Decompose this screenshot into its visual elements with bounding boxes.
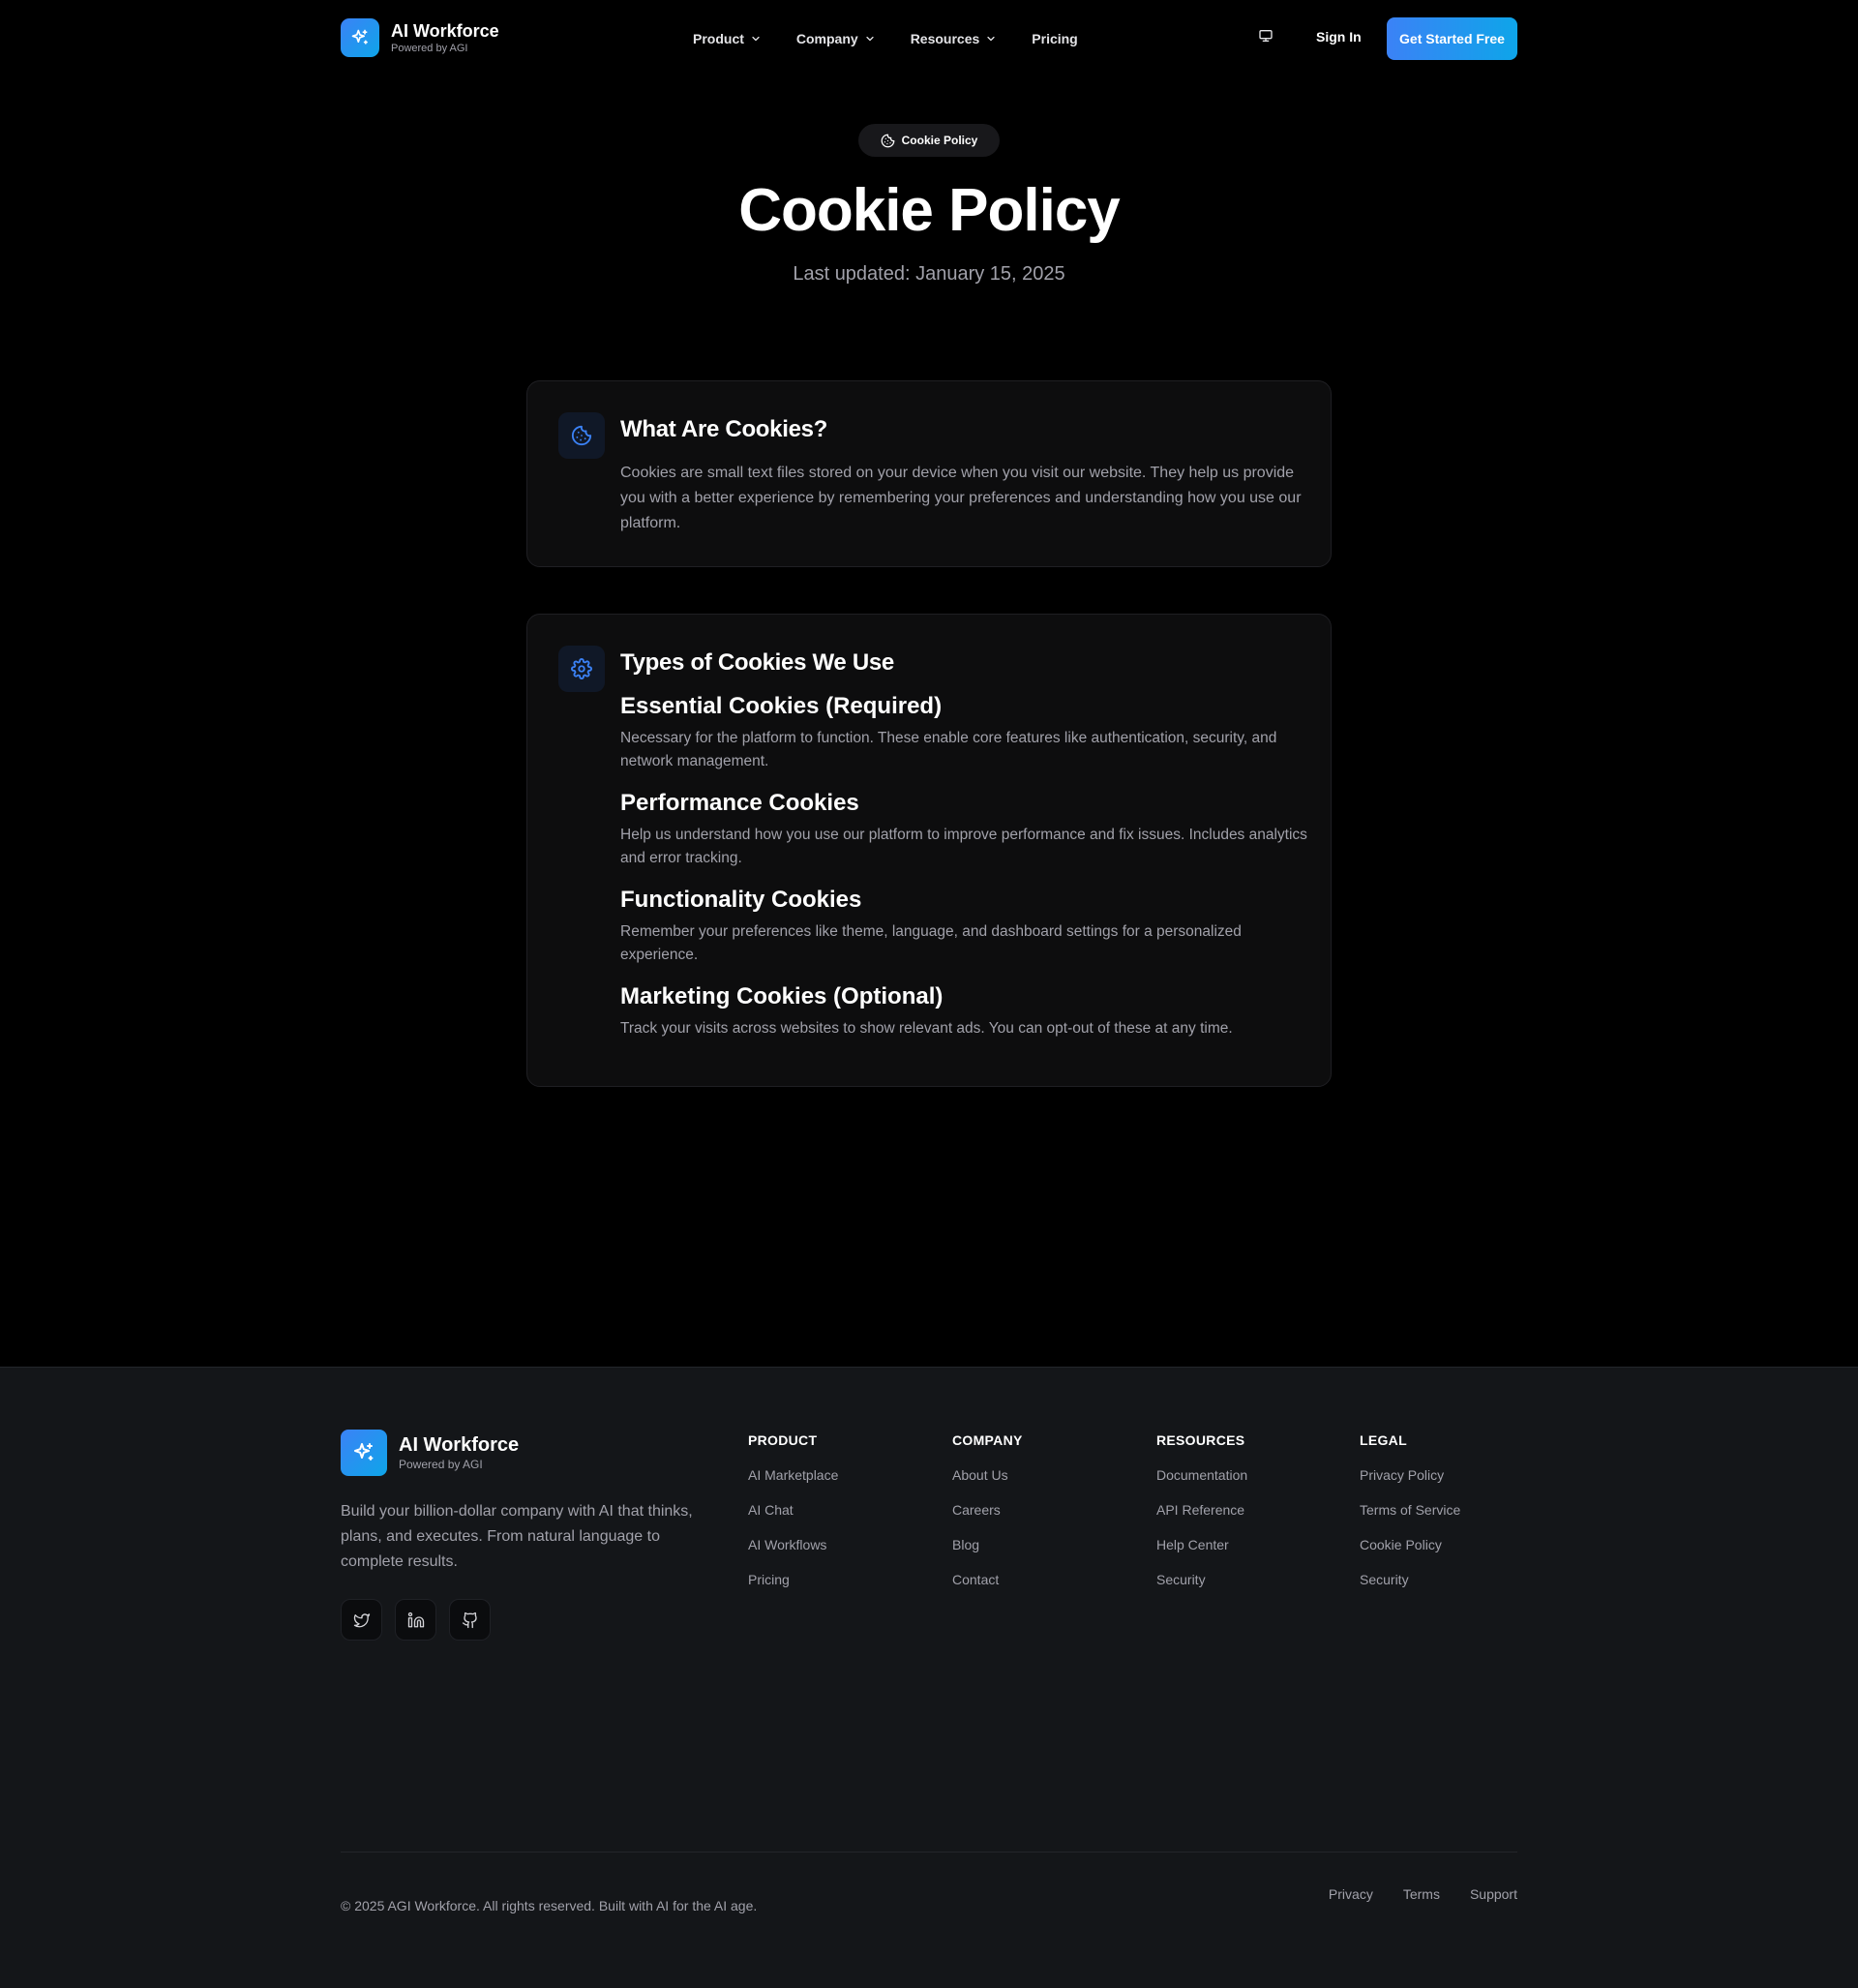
cookie-type-functionality: Functionality Cookies Remember your pref…: [620, 886, 1307, 967]
footer-link[interactable]: About Us: [952, 1466, 1146, 1484]
cookie-type-title: Functionality Cookies: [620, 887, 862, 913]
footer-column-title: LEGAL: [1360, 1432, 1407, 1448]
cookie-type-text: Help us understand how you use our platf…: [620, 827, 1307, 866]
copyright: © 2025 AGI Workforce. All rights reserve…: [341, 1898, 758, 1913]
main-nav: Product Company Resources Pricing: [693, 27, 1113, 50]
social-links: [341, 1599, 491, 1641]
section-title: Types of Cookies We Use: [620, 649, 894, 676]
footer-description: Build your billion-dollar company with A…: [341, 1503, 693, 1570]
sparkles-icon: [341, 18, 379, 57]
sparkles-icon: [341, 1430, 387, 1476]
cookie-type-text: Necessary for the platform to function. …: [620, 730, 1277, 769]
footer-privacy-link[interactable]: Privacy: [1329, 1886, 1373, 1902]
footer-link[interactable]: AI Workflows: [748, 1536, 942, 1553]
footer-link[interactable]: Cookie Policy: [1360, 1536, 1553, 1553]
footer-brand-name: AI Workforce: [399, 1434, 520, 1456]
footer-column-title: PRODUCT: [748, 1432, 818, 1448]
footer-link[interactable]: Careers: [952, 1501, 1146, 1519]
section-text: Cookies are small text files stored on y…: [620, 465, 1302, 531]
cookie-type-title: Performance Cookies: [620, 790, 859, 816]
footer-brand-link[interactable]: AI Workforce Powered by AGI: [341, 1430, 519, 1476]
section-what-are-cookies: What Are Cookies? Cookies are small text…: [526, 380, 1332, 567]
chevron-down-icon: [866, 36, 874, 42]
brand-tagline: Powered by AGI: [391, 43, 468, 54]
site-header: AI Workforce Powered by AGI Product Comp…: [0, 0, 1858, 77]
cookie-type-essential: Essential Cookies (Required) Necessary f…: [620, 692, 1307, 773]
footer-column-resources: RESOURCES Documentation API Reference He…: [1156, 1431, 1350, 1588]
nav-resources[interactable]: Resources: [911, 27, 998, 50]
brand-name: AI Workforce: [391, 21, 499, 41]
cookie-type-text: Track your visits across websites to sho…: [620, 1020, 1233, 1037]
theme-toggle-button[interactable]: [1258, 28, 1274, 48]
monitor-icon: [1259, 29, 1273, 42]
gear-icon: [558, 646, 605, 692]
footer-link[interactable]: Pricing: [748, 1571, 942, 1588]
footer-column-product: PRODUCT AI Marketplace AI Chat AI Workfl…: [748, 1431, 942, 1588]
cookie-type-title: Marketing Cookies (Optional): [620, 983, 944, 1009]
get-started-button[interactable]: Get Started Free: [1387, 17, 1517, 60]
twitter-link[interactable]: [341, 1599, 382, 1641]
site-footer: AI Workforce Powered by AGI Build your b…: [0, 1367, 1858, 1988]
footer-link[interactable]: Documentation: [1156, 1466, 1350, 1484]
page-badge-label: Cookie Policy: [901, 134, 978, 147]
last-updated: Last updated: January 15, 2025: [793, 263, 1065, 285]
footer-brand-tagline: Powered by AGI: [399, 1458, 483, 1471]
sign-in-link[interactable]: Sign In: [1316, 29, 1362, 45]
footer-link[interactable]: AI Marketplace: [748, 1466, 942, 1484]
footer-link[interactable]: AI Chat: [748, 1501, 942, 1519]
twitter-icon: [353, 1612, 370, 1627]
footer-column-title: COMPANY: [952, 1432, 1023, 1448]
footer-support-link[interactable]: Support: [1470, 1886, 1517, 1902]
footer-link[interactable]: API Reference: [1156, 1501, 1350, 1519]
footer-link[interactable]: Blog: [952, 1536, 1146, 1553]
cookie-type-marketing: Marketing Cookies (Optional) Track your …: [620, 982, 1307, 1040]
footer-bottom-links: Privacy Terms Support: [1329, 1886, 1517, 1902]
nav-product-label: Product: [693, 31, 744, 46]
cookie-icon: [558, 412, 605, 459]
footer-link[interactable]: Security: [1360, 1571, 1553, 1588]
section-title: What Are Cookies?: [620, 416, 828, 442]
footer-link[interactable]: Terms of Service: [1360, 1501, 1553, 1519]
nav-company-label: Company: [795, 31, 858, 46]
page-title: Cookie Policy: [738, 177, 1121, 244]
footer-link[interactable]: Contact: [952, 1571, 1146, 1588]
linkedin-icon: [407, 1611, 424, 1627]
section-types-of-cookies: Types of Cookies We Use Essential Cookie…: [526, 614, 1332, 1087]
cookie-type-text: Remember your preferences like theme, la…: [620, 923, 1242, 963]
chevron-down-icon: [752, 36, 760, 42]
page-badge: Cookie Policy: [858, 124, 1000, 157]
linkedin-link[interactable]: [395, 1599, 436, 1641]
chevron-down-icon: [987, 36, 995, 42]
cookie-icon: [881, 134, 895, 147]
footer-link[interactable]: Security: [1156, 1571, 1350, 1588]
cookie-type-performance: Performance Cookies Help us understand h…: [620, 789, 1307, 870]
footer-column-legal: LEGAL Privacy Policy Terms of Service Co…: [1360, 1431, 1553, 1588]
nav-resources-label: Resources: [910, 31, 980, 46]
nav-company[interactable]: Company: [796, 27, 876, 50]
footer-column-company: COMPANY About Us Careers Blog Contact: [952, 1431, 1146, 1588]
nav-pricing-label: Pricing: [1032, 31, 1078, 46]
github-icon: [462, 1611, 477, 1628]
github-link[interactable]: [449, 1599, 491, 1641]
cookie-type-title: Essential Cookies (Required): [620, 693, 943, 719]
footer-column-title: RESOURCES: [1156, 1432, 1245, 1448]
footer-terms-link[interactable]: Terms: [1403, 1886, 1440, 1902]
nav-pricing[interactable]: Pricing: [1032, 27, 1077, 50]
footer-link[interactable]: Privacy Policy: [1360, 1466, 1553, 1484]
brand-logo-link[interactable]: AI Workforce Powered by AGI: [341, 18, 499, 57]
footer-link[interactable]: Help Center: [1156, 1536, 1350, 1553]
nav-product[interactable]: Product: [693, 27, 762, 50]
